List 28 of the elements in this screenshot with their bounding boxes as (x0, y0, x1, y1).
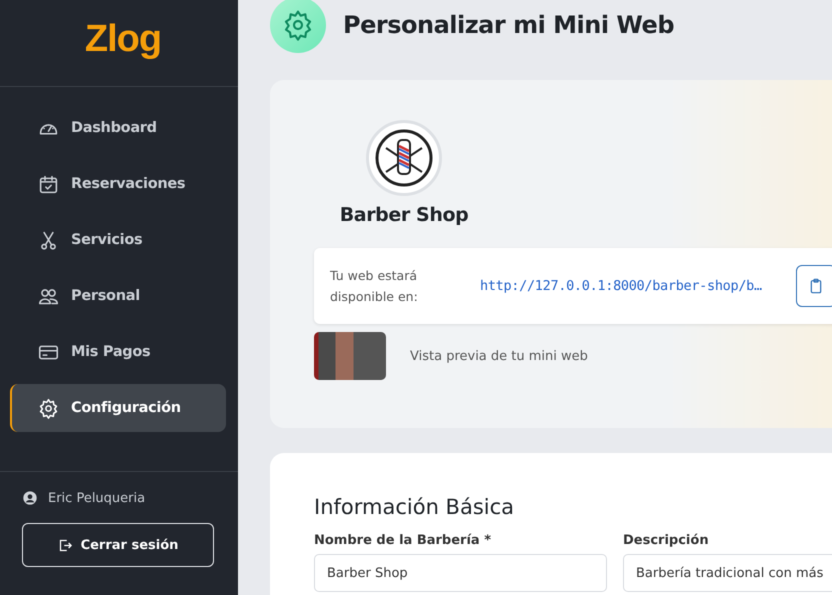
nav-item[interactable]: Mis Pagos (10, 328, 226, 376)
input-field[interactable]: Barber Shop (314, 554, 607, 592)
user-icon (22, 490, 38, 506)
settings-icon (38, 398, 59, 418)
section-title: Información Básica (314, 495, 516, 519)
nav-item[interactable]: Dashboard (10, 104, 226, 152)
url-label: Tu web estará disponible en: (330, 266, 419, 306)
nav-item[interactable]: Personal (10, 272, 226, 320)
user-name: Eric Peluqueria (48, 490, 146, 506)
preview-caption: Vista previa de tu mini web (410, 348, 588, 364)
photo-placeholder (314, 332, 386, 380)
url-link[interactable]: http://127.0.0.1:8000/barber-shop/b… (480, 278, 762, 294)
scissors-icon (38, 230, 59, 250)
nav-item[interactable]: Reservaciones (10, 160, 226, 208)
settings-icon (270, 0, 326, 53)
calendar-icon (38, 174, 59, 194)
page-title: Personalizar mi Mini Web (343, 11, 674, 39)
clipboard-icon (808, 278, 824, 294)
logout-icon (58, 538, 73, 552)
nav-item[interactable]: Configuración (10, 384, 226, 432)
copy-button[interactable] (796, 265, 832, 307)
input-field[interactable]: Barbería tradicional con más (623, 554, 832, 592)
field-label: Nombre de la Barbería * (314, 533, 492, 548)
logout-button[interactable]: Cerrar sesión (22, 523, 214, 567)
business-name: Barber Shop (340, 204, 468, 226)
logo[interactable]: Zlog (84, 18, 162, 60)
field-label: Descripción (623, 533, 710, 548)
nav-item[interactable]: Servicios (10, 216, 226, 264)
